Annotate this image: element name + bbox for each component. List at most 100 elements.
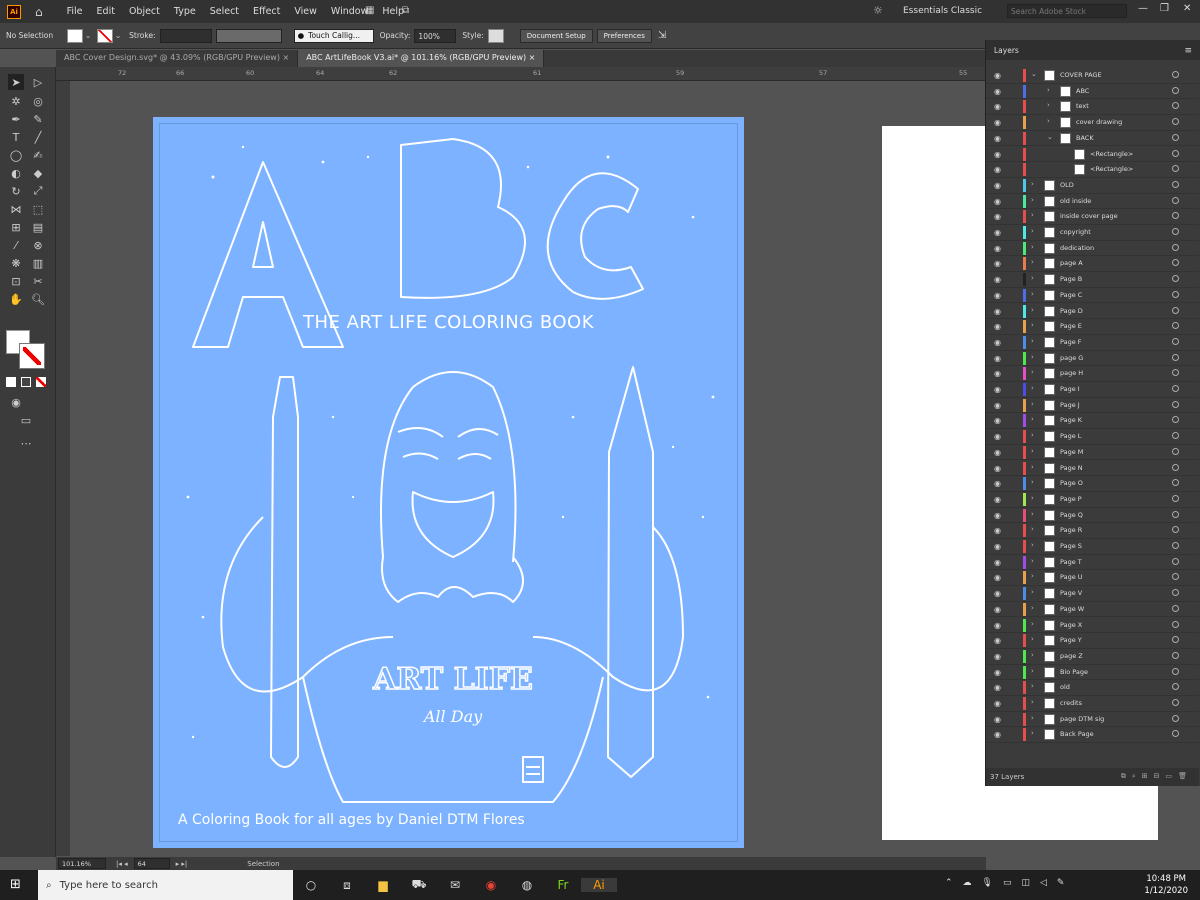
- layer-row[interactable]: ◉ › Page S: [986, 539, 1199, 555]
- draw-mode-icon[interactable]: ◉: [8, 394, 24, 410]
- chevron-down-icon[interactable]: ⌄: [1031, 70, 1037, 78]
- chevron-right-icon[interactable]: ›: [1031, 290, 1034, 298]
- chevron-right-icon[interactable]: ›: [1031, 698, 1034, 706]
- lightbulb-icon[interactable]: ☼: [873, 4, 883, 17]
- layer-row[interactable]: ◉ › Page Y: [986, 633, 1199, 649]
- menu-select[interactable]: Select: [210, 6, 239, 17]
- windows-start-icon[interactable]: ⊞: [10, 877, 21, 892]
- chevron-right-icon[interactable]: ›: [1031, 258, 1034, 266]
- store-icon[interactable]: ⛟: [401, 877, 437, 893]
- visibility-eye-icon[interactable]: ◉: [994, 668, 1001, 677]
- target-circle-icon[interactable]: [1172, 133, 1179, 141]
- layer-row[interactable]: ◉ › Page P: [986, 492, 1199, 508]
- scale-tool-icon[interactable]: ⤢: [30, 183, 46, 199]
- visibility-eye-icon[interactable]: ◉: [994, 369, 1001, 378]
- chevron-down-icon[interactable]: ⌄: [113, 31, 123, 40]
- layer-row[interactable]: ◉ › Bio Page: [986, 665, 1199, 681]
- layer-row[interactable]: ◉ › Page B: [986, 272, 1199, 288]
- brush-definition[interactable]: ● Touch Callig...: [293, 28, 374, 43]
- chevron-right-icon[interactable]: ›: [1031, 353, 1034, 361]
- layer-row[interactable]: ◉ <Rectangle>: [986, 162, 1199, 178]
- target-circle-icon[interactable]: [1172, 353, 1179, 361]
- selection-tool-icon[interactable]: ➤: [8, 74, 24, 90]
- chevron-right-icon[interactable]: ›: [1031, 478, 1034, 486]
- chevron-right-icon[interactable]: ›: [1031, 243, 1034, 251]
- layer-row[interactable]: ◉ › Page W: [986, 602, 1199, 618]
- target-circle-icon[interactable]: [1172, 542, 1179, 549]
- width-tool-icon[interactable]: ⋈: [8, 201, 24, 217]
- eyedropper-icon[interactable]: ⁄: [8, 237, 24, 253]
- target-circle-icon[interactable]: [1172, 604, 1179, 612]
- visibility-eye-icon[interactable]: ◉: [994, 558, 1001, 567]
- artboard-tool-icon[interactable]: ⊡: [8, 273, 24, 289]
- chevron-right-icon[interactable]: ›: [1031, 211, 1034, 219]
- next-artboard-icon[interactable]: ▸ ▸|: [176, 860, 188, 868]
- slice-tool-icon[interactable]: ✂: [30, 273, 46, 289]
- target-circle-icon[interactable]: [1172, 620, 1179, 628]
- target-circle-icon[interactable]: [1172, 306, 1179, 314]
- layer-row[interactable]: ◉ › page A: [986, 256, 1199, 273]
- chevron-right-icon[interactable]: ›: [1031, 447, 1034, 455]
- visibility-eye-icon[interactable]: ◉: [994, 275, 1001, 284]
- target-circle-icon[interactable]: [1172, 102, 1179, 110]
- visibility-eye-icon[interactable]: ◉: [994, 652, 1001, 661]
- system-clock[interactable]: 10:48 PM 1/12/2020: [1144, 873, 1188, 897]
- layer-row[interactable]: ◉ › OLD: [986, 178, 1199, 194]
- chevron-right-icon[interactable]: ›: [1031, 306, 1034, 314]
- chrome-icon[interactable]: ◉: [473, 878, 509, 892]
- stroke-swatch[interactable]: [97, 28, 114, 43]
- target-circle-icon[interactable]: [1172, 494, 1179, 502]
- visibility-eye-icon[interactable]: ◉: [994, 605, 1001, 614]
- visibility-eye-icon[interactable]: ◉: [994, 165, 1001, 174]
- target-circle-icon[interactable]: [1172, 683, 1179, 691]
- workspace-icon[interactable]: ▦: [365, 5, 374, 16]
- eraser-icon[interactable]: ◆: [30, 165, 46, 181]
- minimize-icon[interactable]: —: [1138, 3, 1148, 14]
- type-tool-icon[interactable]: T: [8, 129, 24, 145]
- chevron-right-icon[interactable]: ›: [1031, 196, 1034, 204]
- target-circle-icon[interactable]: [1172, 730, 1179, 738]
- visibility-eye-icon[interactable]: ◉: [994, 542, 1001, 551]
- chevron-right-icon[interactable]: ›: [1047, 117, 1050, 125]
- layer-row[interactable]: ◉ › old inside: [986, 194, 1199, 210]
- visibility-eye-icon[interactable]: ◉: [994, 322, 1001, 331]
- free-transform-icon[interactable]: ⬚: [30, 201, 46, 217]
- menu-type[interactable]: Type: [174, 6, 196, 17]
- gradient-tool-icon[interactable]: ▤: [30, 219, 46, 235]
- direct-selection-tool-icon[interactable]: ▷: [30, 74, 46, 90]
- illustrator-taskbar-icon[interactable]: Ai: [581, 878, 617, 892]
- target-circle-icon[interactable]: [1172, 322, 1179, 330]
- target-circle-icon[interactable]: [1172, 196, 1179, 204]
- target-circle-icon[interactable]: [1172, 290, 1179, 298]
- visibility-eye-icon[interactable]: ◉: [994, 401, 1001, 410]
- tab-artlifebook[interactable]: ABC ArtLifeBook V3.ai* @ 101.16% (RGB/GP…: [298, 50, 545, 67]
- layer-row[interactable]: ◉ › credits: [986, 696, 1199, 712]
- visibility-eye-icon[interactable]: ◉: [994, 150, 1001, 159]
- hand-tool-icon[interactable]: ✋: [8, 291, 24, 307]
- target-circle-icon[interactable]: [1172, 463, 1179, 471]
- menu-object[interactable]: Object: [129, 6, 160, 17]
- target-circle-icon[interactable]: [1172, 180, 1179, 188]
- chevron-right-icon[interactable]: ›: [1031, 525, 1034, 533]
- target-circle-icon[interactable]: [1172, 667, 1179, 675]
- layer-row[interactable]: ◉ › Page U: [986, 570, 1199, 587]
- chevron-right-icon[interactable]: ›: [1047, 86, 1050, 94]
- chevron-right-icon[interactable]: ›: [1031, 667, 1034, 675]
- chevron-right-icon[interactable]: ›: [1031, 321, 1034, 329]
- target-circle-icon[interactable]: [1172, 337, 1179, 345]
- chevron-right-icon[interactable]: ›: [1031, 620, 1034, 628]
- pen-tool-icon[interactable]: ✒: [8, 111, 24, 127]
- chevron-right-icon[interactable]: ›: [1031, 415, 1034, 423]
- target-circle-icon[interactable]: [1172, 416, 1179, 424]
- curvature-tool-icon[interactable]: ✎: [30, 111, 46, 127]
- gradient-mode-icon[interactable]: [21, 377, 31, 387]
- chevron-right-icon[interactable]: ›: [1031, 541, 1034, 549]
- layer-row[interactable]: ◉ <Rectangle>: [986, 147, 1199, 163]
- chevron-right-icon[interactable]: ›: [1031, 588, 1034, 596]
- target-circle-icon[interactable]: [1172, 432, 1179, 440]
- lasso-icon[interactable]: ◎: [30, 93, 46, 109]
- close-icon[interactable]: ✕: [1183, 3, 1191, 14]
- visibility-eye-icon[interactable]: ◉: [994, 464, 1001, 473]
- more-tools-icon[interactable]: ⋯: [18, 435, 34, 451]
- menu-effect[interactable]: Effect: [253, 6, 280, 17]
